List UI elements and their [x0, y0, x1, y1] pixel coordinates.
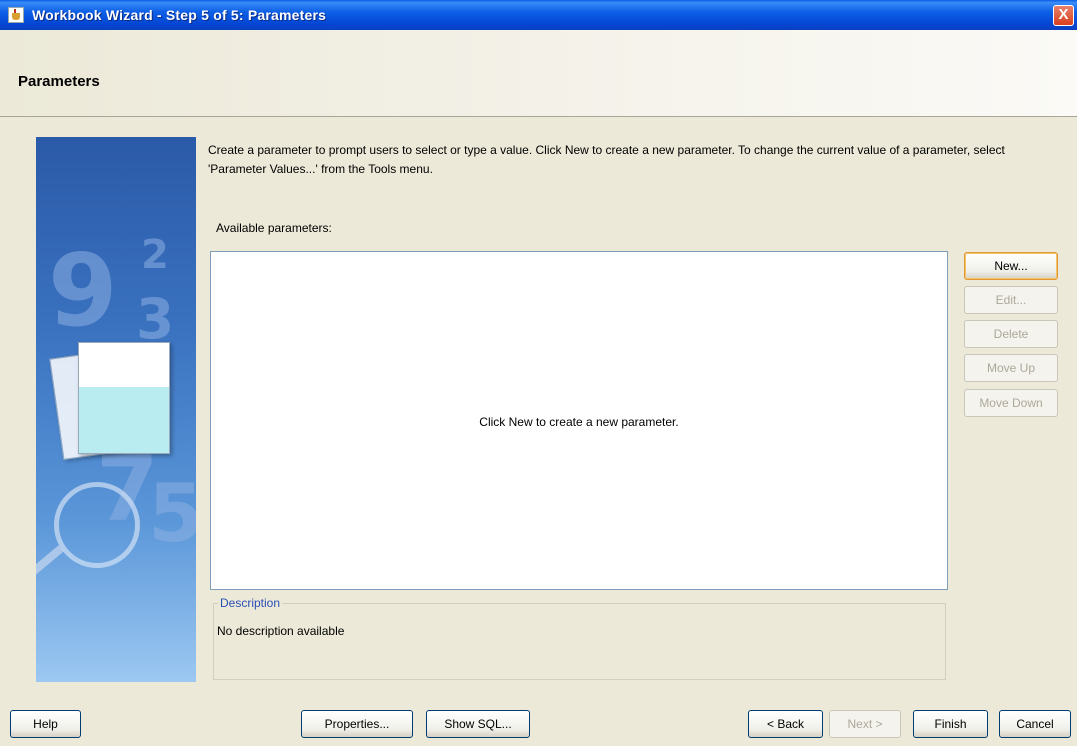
available-parameters-label: Available parameters:: [216, 221, 332, 235]
magnifier-image: [54, 482, 140, 568]
finish-button[interactable]: Finish: [913, 710, 988, 738]
new-button[interactable]: New...: [964, 252, 1058, 280]
help-button-label: Help: [33, 717, 58, 731]
show-sql-button[interactable]: Show SQL...: [426, 710, 530, 738]
delete-button[interactable]: Delete: [964, 320, 1058, 348]
cancel-button[interactable]: Cancel: [999, 710, 1071, 738]
description-text: No description available: [217, 624, 345, 638]
decorative-number: 5: [148, 467, 196, 560]
empty-list-message: Click New to create a new parameter.: [479, 415, 679, 429]
decorative-number: 9: [48, 232, 118, 349]
help-button[interactable]: Help: [10, 710, 81, 738]
move-up-button-label: Move Up: [986, 361, 1036, 375]
parameters-list[interactable]: Click New to create a new parameter.: [210, 251, 948, 590]
next-button[interactable]: Next >: [829, 710, 901, 738]
move-up-button[interactable]: Move Up: [964, 354, 1058, 382]
move-down-button-label: Move Down: [979, 396, 1043, 410]
header-band: Parameters: [0, 30, 1077, 117]
new-button-label: New...: [994, 259, 1028, 273]
finish-button-label: Finish: [934, 717, 967, 731]
decorative-number: 2: [141, 232, 169, 278]
close-button[interactable]: X: [1053, 5, 1074, 26]
cancel-button-label: Cancel: [1016, 717, 1054, 731]
java-cup-icon: [8, 7, 24, 23]
properties-button[interactable]: Properties...: [301, 710, 413, 738]
description-group: Description No description available: [213, 596, 946, 680]
back-button-label: < Back: [766, 717, 805, 731]
next-button-label: Next >: [847, 717, 883, 731]
back-button[interactable]: < Back: [748, 710, 823, 738]
wizard-side-image: 9 2 3 7 5: [36, 137, 196, 682]
delete-button-label: Delete: [993, 327, 1029, 341]
instructions-text: Create a parameter to prompt users to se…: [208, 143, 1005, 176]
title-bar[interactable]: Workbook Wizard - Step 5 of 5: Parameter…: [0, 0, 1077, 30]
description-legend: Description: [218, 596, 283, 610]
edit-button[interactable]: Edit...: [964, 286, 1058, 314]
close-icon: X: [1058, 6, 1069, 23]
page-title: Parameters: [18, 73, 100, 90]
properties-button-label: Properties...: [324, 717, 390, 731]
window-title: Workbook Wizard - Step 5 of 5: Parameter…: [32, 7, 327, 23]
move-down-button[interactable]: Move Down: [964, 389, 1058, 417]
show-sql-button-label: Show SQL...: [444, 717, 512, 731]
magnifier-handle-image: [36, 545, 64, 577]
edit-button-label: Edit...: [995, 293, 1027, 307]
document-image: [78, 342, 170, 454]
